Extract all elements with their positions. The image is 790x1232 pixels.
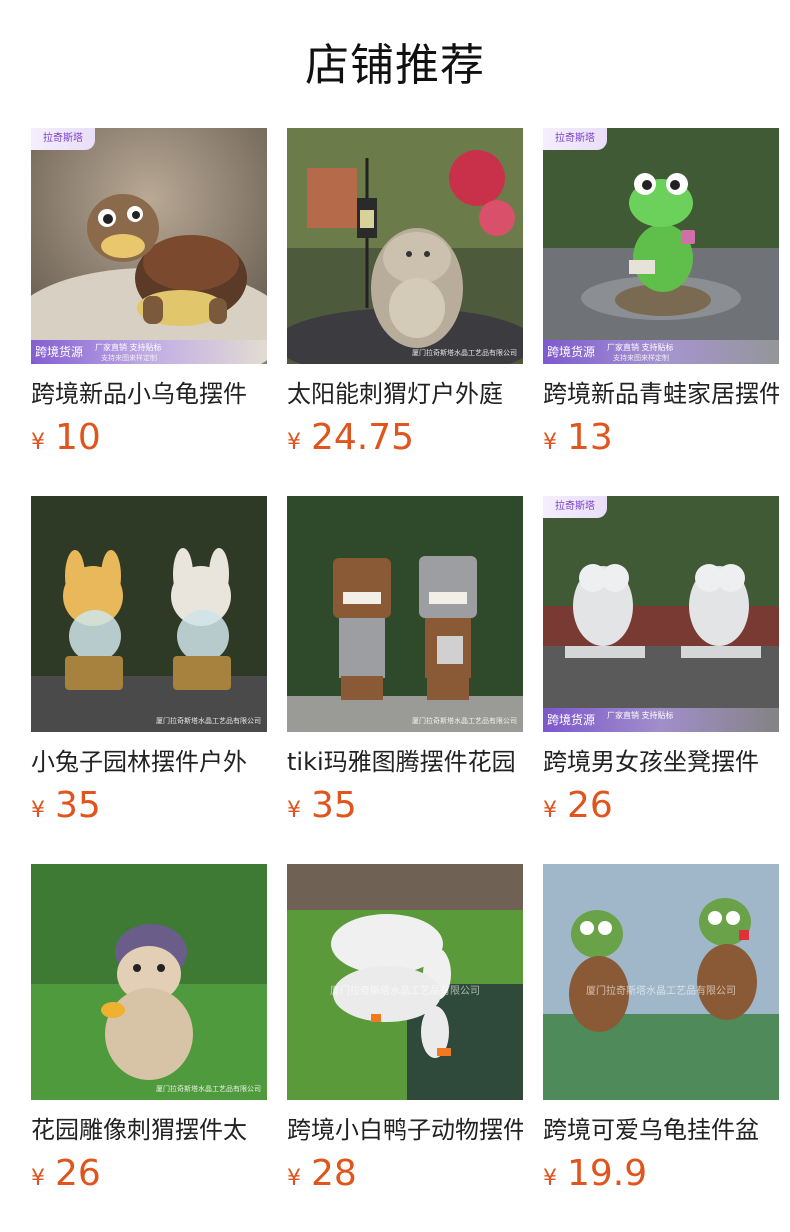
product-name[interactable]: 跨境小白鸭子动物摆件 (287, 1114, 523, 1146)
watermark: 厦门拉奇斯塔水晶工艺品有限公司 (156, 1085, 261, 1093)
product-image[interactable]: 拉奇斯塔 跨境货源 厂家直销 支持贴标 支持来图来样定制 (543, 128, 779, 364)
product-card-angels[interactable]: 拉奇斯塔 跨境货源 厂家直销 支持贴标 跨境男女孩坐凳摆件 ¥26 (543, 496, 779, 832)
brand-badge: 拉奇斯塔 (543, 128, 607, 150)
price-amount: 26 (567, 785, 613, 826)
hedgehog-on-grass-image (31, 864, 267, 1100)
watermark: 厦门拉奇斯塔水晶工艺品有限公司 (412, 349, 517, 357)
product-image[interactable]: 厦门拉奇斯塔水晶工艺品有限公司 (31, 864, 267, 1100)
product-card-hanging-turtles[interactable]: 厦门拉奇斯塔水晶工艺品有限公司 跨境可爱乌龟挂件盆 ¥19.9 (543, 864, 779, 1200)
promo-band: 跨境货源 厂家直销 支持贴标 支持来图来样定制 (31, 340, 267, 364)
price-amount: 26 (55, 1153, 101, 1194)
product-image[interactable]: 厦门拉奇斯塔水晶工艺品有限公司 (543, 864, 779, 1100)
product-price: ¥35 (287, 786, 523, 832)
watermark: 厦门拉奇斯塔水晶工艺品有限公司 (586, 986, 736, 997)
factory-direct-label: 厂家直销 支持贴标 (607, 343, 674, 352)
cross-border-label: 跨境货源 (547, 345, 596, 359)
product-price: ¥24.75 (287, 418, 523, 464)
product-name[interactable]: 跨境新品青蛙家居摆件 (543, 378, 779, 410)
product-name[interactable]: 花园雕像刺猬摆件太 (31, 1114, 267, 1146)
currency-symbol: ¥ (543, 430, 557, 455)
product-card-tiki[interactable]: 厦门拉奇斯塔水晶工艺品有限公司 tiki玛雅图腾摆件花园 ¥35 (287, 496, 523, 832)
currency-symbol: ¥ (543, 1166, 557, 1191)
currency-symbol: ¥ (287, 798, 301, 823)
product-image[interactable]: 厦门拉奇斯塔水晶工艺品有限公司 (287, 864, 523, 1100)
cross-border-label: 跨境货源 (547, 713, 596, 727)
factory-direct-label: 厂家直销 支持贴标 (95, 343, 162, 352)
product-price: ¥26 (543, 786, 779, 832)
product-image[interactable]: 厦门拉奇斯塔水晶工艺品有限公司 (31, 496, 267, 732)
brand-badge: 拉奇斯塔 (543, 496, 607, 518)
watermark: 厦门拉奇斯塔水晶工艺品有限公司 (330, 986, 480, 997)
product-card-ducks[interactable]: 厦门拉奇斯塔水晶工艺品有限公司 跨境小白鸭子动物摆件 ¥28 (287, 864, 523, 1200)
promo-band: 跨境货源 厂家直销 支持贴标 (543, 708, 779, 732)
product-name[interactable]: 跨境可爱乌龟挂件盆 (543, 1114, 779, 1146)
watermark: 厦门拉奇斯塔水晶工艺品有限公司 (156, 717, 261, 725)
product-price: ¥10 (31, 418, 267, 464)
currency-symbol: ¥ (543, 798, 557, 823)
frog-figurine-image (543, 128, 779, 364)
price-amount: 19.9 (567, 1153, 648, 1194)
product-name[interactable]: tiki玛雅图腾摆件花园 (287, 746, 523, 778)
product-price: ¥26 (31, 1154, 267, 1200)
price-amount: 35 (55, 785, 101, 826)
product-card-turtle[interactable]: 拉奇斯塔 跨境货源 厂家直销 支持贴标 支持来图来样定制 跨境新品小乌龟摆件 ¥… (31, 128, 267, 464)
price-amount: 24.75 (311, 417, 415, 458)
product-name[interactable]: 跨境新品小乌龟摆件 (31, 378, 267, 410)
price-amount: 10 (55, 417, 101, 458)
custom-note-label: 支持来图来样定制 (101, 354, 157, 362)
currency-symbol: ¥ (31, 430, 45, 455)
rabbit-figurines-image (31, 496, 267, 732)
product-price: ¥19.9 (543, 1154, 779, 1200)
product-name[interactable]: 小兔子园林摆件户外 (31, 746, 267, 778)
angel-children-bench-image (543, 496, 779, 732)
watermark: 厦门拉奇斯塔水晶工艺品有限公司 (412, 717, 517, 725)
product-price: ¥13 (543, 418, 779, 464)
product-name[interactable]: 太阳能刺猬灯户外庭 (287, 378, 523, 410)
tiki-totems-image (287, 496, 523, 732)
product-image[interactable]: 拉奇斯塔 跨境货源 厂家直销 支持贴标 (543, 496, 779, 732)
brand-badge: 拉奇斯塔 (31, 128, 95, 150)
product-grid: 拉奇斯塔 跨境货源 厂家直销 支持贴标 支持来图来样定制 跨境新品小乌龟摆件 ¥… (0, 0, 790, 1232)
product-card-hedgehog-lamp[interactable]: 厦门拉奇斯塔水晶工艺品有限公司 太阳能刺猬灯户外庭 ¥24.75 (287, 128, 523, 464)
hedgehog-solar-lamp-image (287, 128, 523, 364)
turtle-figurine-image (31, 128, 267, 364)
currency-symbol: ¥ (287, 430, 301, 455)
product-image[interactable]: 拉奇斯塔 跨境货源 厂家直销 支持贴标 支持来图来样定制 (31, 128, 267, 364)
currency-symbol: ¥ (31, 1166, 45, 1191)
cross-border-label: 跨境货源 (35, 345, 84, 359)
price-amount: 28 (311, 1153, 357, 1194)
product-image[interactable]: 厦门拉奇斯塔水晶工艺品有限公司 (287, 128, 523, 364)
product-card-frog[interactable]: 拉奇斯塔 跨境货源 厂家直销 支持贴标 支持来图来样定制 跨境新品青蛙家居摆件 … (543, 128, 779, 464)
product-card-hedgehog[interactable]: 厦门拉奇斯塔水晶工艺品有限公司 花园雕像刺猬摆件太 ¥26 (31, 864, 267, 1200)
price-amount: 13 (567, 417, 613, 458)
product-price: ¥28 (287, 1154, 523, 1200)
currency-symbol: ¥ (287, 1166, 301, 1191)
product-name[interactable]: 跨境男女孩坐凳摆件 (543, 746, 779, 778)
promo-band: 跨境货源 厂家直销 支持贴标 支持来图来样定制 (543, 340, 779, 364)
product-image[interactable]: 厦门拉奇斯塔水晶工艺品有限公司 (287, 496, 523, 732)
custom-note-label: 支持来图来样定制 (613, 354, 669, 362)
factory-direct-label: 厂家直销 支持贴标 (607, 711, 674, 720)
currency-symbol: ¥ (31, 798, 45, 823)
product-price: ¥35 (31, 786, 267, 832)
product-card-rabbits[interactable]: 厦门拉奇斯塔水晶工艺品有限公司 小兔子园林摆件户外 ¥35 (31, 496, 267, 832)
price-amount: 35 (311, 785, 357, 826)
